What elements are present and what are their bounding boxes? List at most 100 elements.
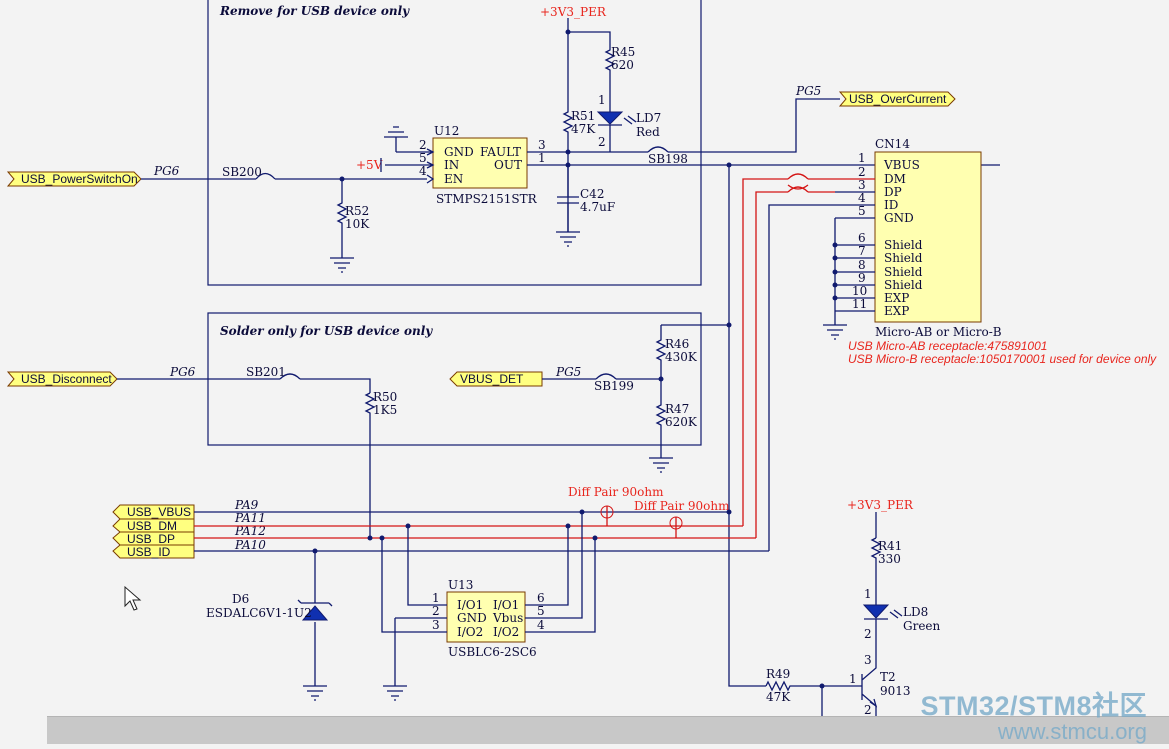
port-usb-disconnect[interactable]: USB_Disconnect	[6, 371, 118, 387]
c42-ref: C42	[580, 187, 604, 201]
wire-vbus-vertical	[728, 165, 766, 687]
cn14-pin-id: ID	[884, 198, 898, 212]
wire-pg6-disconnect	[117, 378, 371, 393]
u13-pin-io2-l: I/O2	[457, 625, 483, 639]
trace-dp	[755, 191, 835, 538]
u12-pin-num-1: 1	[538, 151, 546, 165]
c42-value: 4.7uF	[580, 200, 615, 214]
schematic-sheet[interactable]: Remove for USB device only Solder only f…	[0, 0, 1169, 745]
port-usb-vbus[interactable]: USB_VBUS	[112, 504, 195, 520]
cn14-num-7: 7	[858, 244, 866, 258]
schematic-canvas[interactable]: Remove for USB device only Solder only f…	[0, 0, 1169, 745]
port-usb-dm-label: USB_DM	[127, 519, 177, 533]
u13-pin-num-4: 4	[537, 618, 545, 632]
u13-pin-io1-l: I/O1	[457, 598, 483, 612]
cn14-num-4: 4	[858, 191, 866, 205]
u13-pin-vbus: Vbus	[492, 611, 523, 625]
cn14-note-1: USB Micro-AB receptacle:475891001	[848, 339, 1047, 353]
port-vbus-det[interactable]: VBUS_DET	[449, 371, 543, 387]
r49-ref: R49	[766, 667, 790, 681]
jumper-label-sb200: SB200	[222, 165, 262, 179]
port-usb-dp-label: USB_DP	[127, 532, 175, 546]
port-usb-vbus-label: USB_VBUS	[127, 505, 191, 519]
resistor-r47[interactable]	[655, 379, 667, 458]
u13-pin-num-5: 5	[537, 604, 545, 618]
cn14-pin-shield-8: Shield	[884, 265, 923, 279]
r51-ref: R51	[571, 109, 595, 123]
port-usb-overcurrent[interactable]: USB_OverCurrent	[838, 91, 956, 107]
u13-ref: U13	[448, 578, 473, 592]
cn14-note-2: USB Micro-B receptacle:1050170001 used f…	[848, 352, 1157, 366]
cn14-pin-shield-9: Shield	[884, 278, 923, 292]
u12-pin-num-2: 2	[419, 138, 427, 152]
remove-section-label: Remove for USB device only	[219, 4, 410, 18]
cn14-num-5: 5	[858, 204, 866, 218]
u12-pin-num-3: 3	[538, 138, 546, 152]
junction	[565, 149, 571, 155]
u12-pin-gnd: GND	[444, 145, 474, 159]
cn14-pin-exp-11: EXP	[884, 304, 909, 318]
u12-pin-en: EN	[444, 172, 463, 186]
u13-part: USBLC6-2SC6	[448, 645, 537, 659]
t2-ref: T2	[880, 670, 896, 684]
port-usb-id-label: USB_ID	[127, 545, 171, 559]
ld8-pin-1: 1	[864, 587, 872, 601]
cn14-pin-exp-10: EXP	[884, 291, 909, 305]
port-usb-dp[interactable]: USB_DP	[112, 531, 195, 546]
r52-ref: R52	[345, 204, 369, 218]
net-label-pa10: PA10	[234, 538, 266, 552]
r47-ref: R47	[665, 402, 689, 416]
cn14-pin-shield-6: Shield	[884, 238, 923, 252]
cn14-num-11: 11	[852, 297, 867, 311]
port-usb-disconnect-label: USB_Disconnect	[21, 372, 112, 386]
t2-pin-1: 1	[849, 672, 857, 686]
ld8-pin-2: 2	[864, 627, 872, 641]
jumper-label-sb199: SB199	[594, 379, 634, 393]
r49-value: 47K	[766, 690, 791, 704]
cn14-ref: CN14	[875, 137, 910, 151]
u12-pin-fault: FAULT	[480, 145, 521, 159]
u13-pin-num-3: 3	[432, 618, 440, 632]
ground-icon	[384, 126, 408, 152]
diff-pair-marker-1	[600, 505, 614, 526]
t2-pin-2: 2	[864, 703, 872, 717]
jumper-label-sb201: SB201	[246, 365, 286, 379]
net-label-pg6-a: PG6	[153, 164, 180, 178]
u13-pin-io1-r: I/O1	[493, 598, 519, 612]
diff-pair-marker-2	[669, 516, 683, 538]
cn14-pin-gnd: GND	[884, 211, 914, 225]
bus-junctions	[312, 509, 732, 554]
ld8-value: Green	[903, 619, 941, 633]
cn14-pin-numbers: 1 2 3 4 5 6 7 8 9 10 11	[852, 151, 867, 311]
r46-value: 430K	[665, 350, 698, 364]
port-usb-overcurrent-label: USB_OverCurrent	[849, 92, 947, 106]
cn14-pin-shield-7: Shield	[884, 251, 923, 265]
u13-pin-num-6: 6	[537, 591, 545, 605]
u12-pin-out: OUT	[494, 158, 522, 172]
cn14-num-10: 10	[852, 284, 867, 298]
t2-pin-3: 3	[864, 653, 872, 667]
u12-pin-num-4: 4	[419, 164, 427, 178]
net-label-3v3-b: +3V3_PER	[847, 498, 914, 512]
ld7-ref: LD7	[636, 111, 661, 125]
ld7-pin-2: 2	[598, 135, 606, 149]
net-label-pg5-b: PG5	[555, 365, 581, 379]
r47-value: 620K	[665, 415, 698, 429]
port-usb-powerswitchon-label: USB_PowerSwitchOn	[21, 172, 138, 186]
port-usb-powerswitchon[interactable]: USB_PowerSwitchOn	[6, 171, 142, 187]
r51-value: 47K	[571, 122, 596, 136]
port-usb-dm[interactable]: USB_DM	[112, 518, 195, 533]
jumper-label-sb198: SB198	[648, 152, 688, 166]
u13-pin-io2-r: I/O2	[493, 625, 519, 639]
r46-ref: R46	[665, 337, 689, 351]
resistor-r49[interactable]	[765, 680, 862, 692]
net-label-pg5-a: PG5	[795, 84, 821, 98]
horizontal-scrollbar[interactable]	[47, 716, 1169, 744]
d6-value: ESDALC6V1-1U2	[206, 606, 312, 620]
diff-pair-crossing	[787, 173, 809, 193]
cn14-num-1: 1	[858, 151, 866, 165]
port-usb-id[interactable]: USB_ID	[112, 544, 195, 559]
net-label-pg6-b: PG6	[169, 365, 196, 379]
u13-pin-gnd: GND	[457, 611, 487, 625]
ld7-value: Red	[636, 125, 660, 139]
